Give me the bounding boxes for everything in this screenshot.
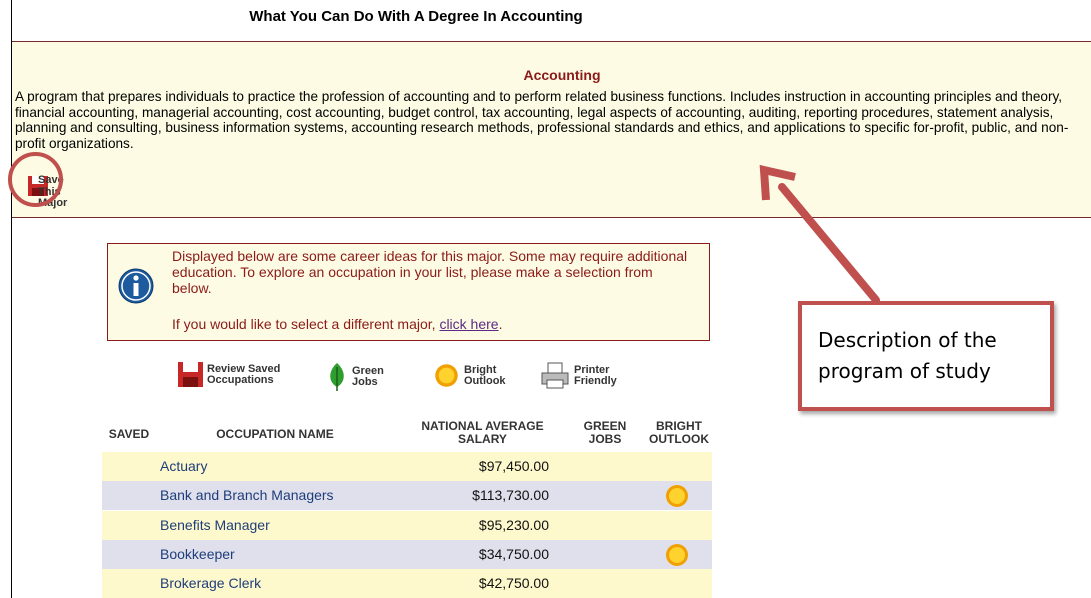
callout-text: Description of the program of study <box>818 328 997 383</box>
callout-annotation: Description of the program of study <box>798 301 1054 411</box>
